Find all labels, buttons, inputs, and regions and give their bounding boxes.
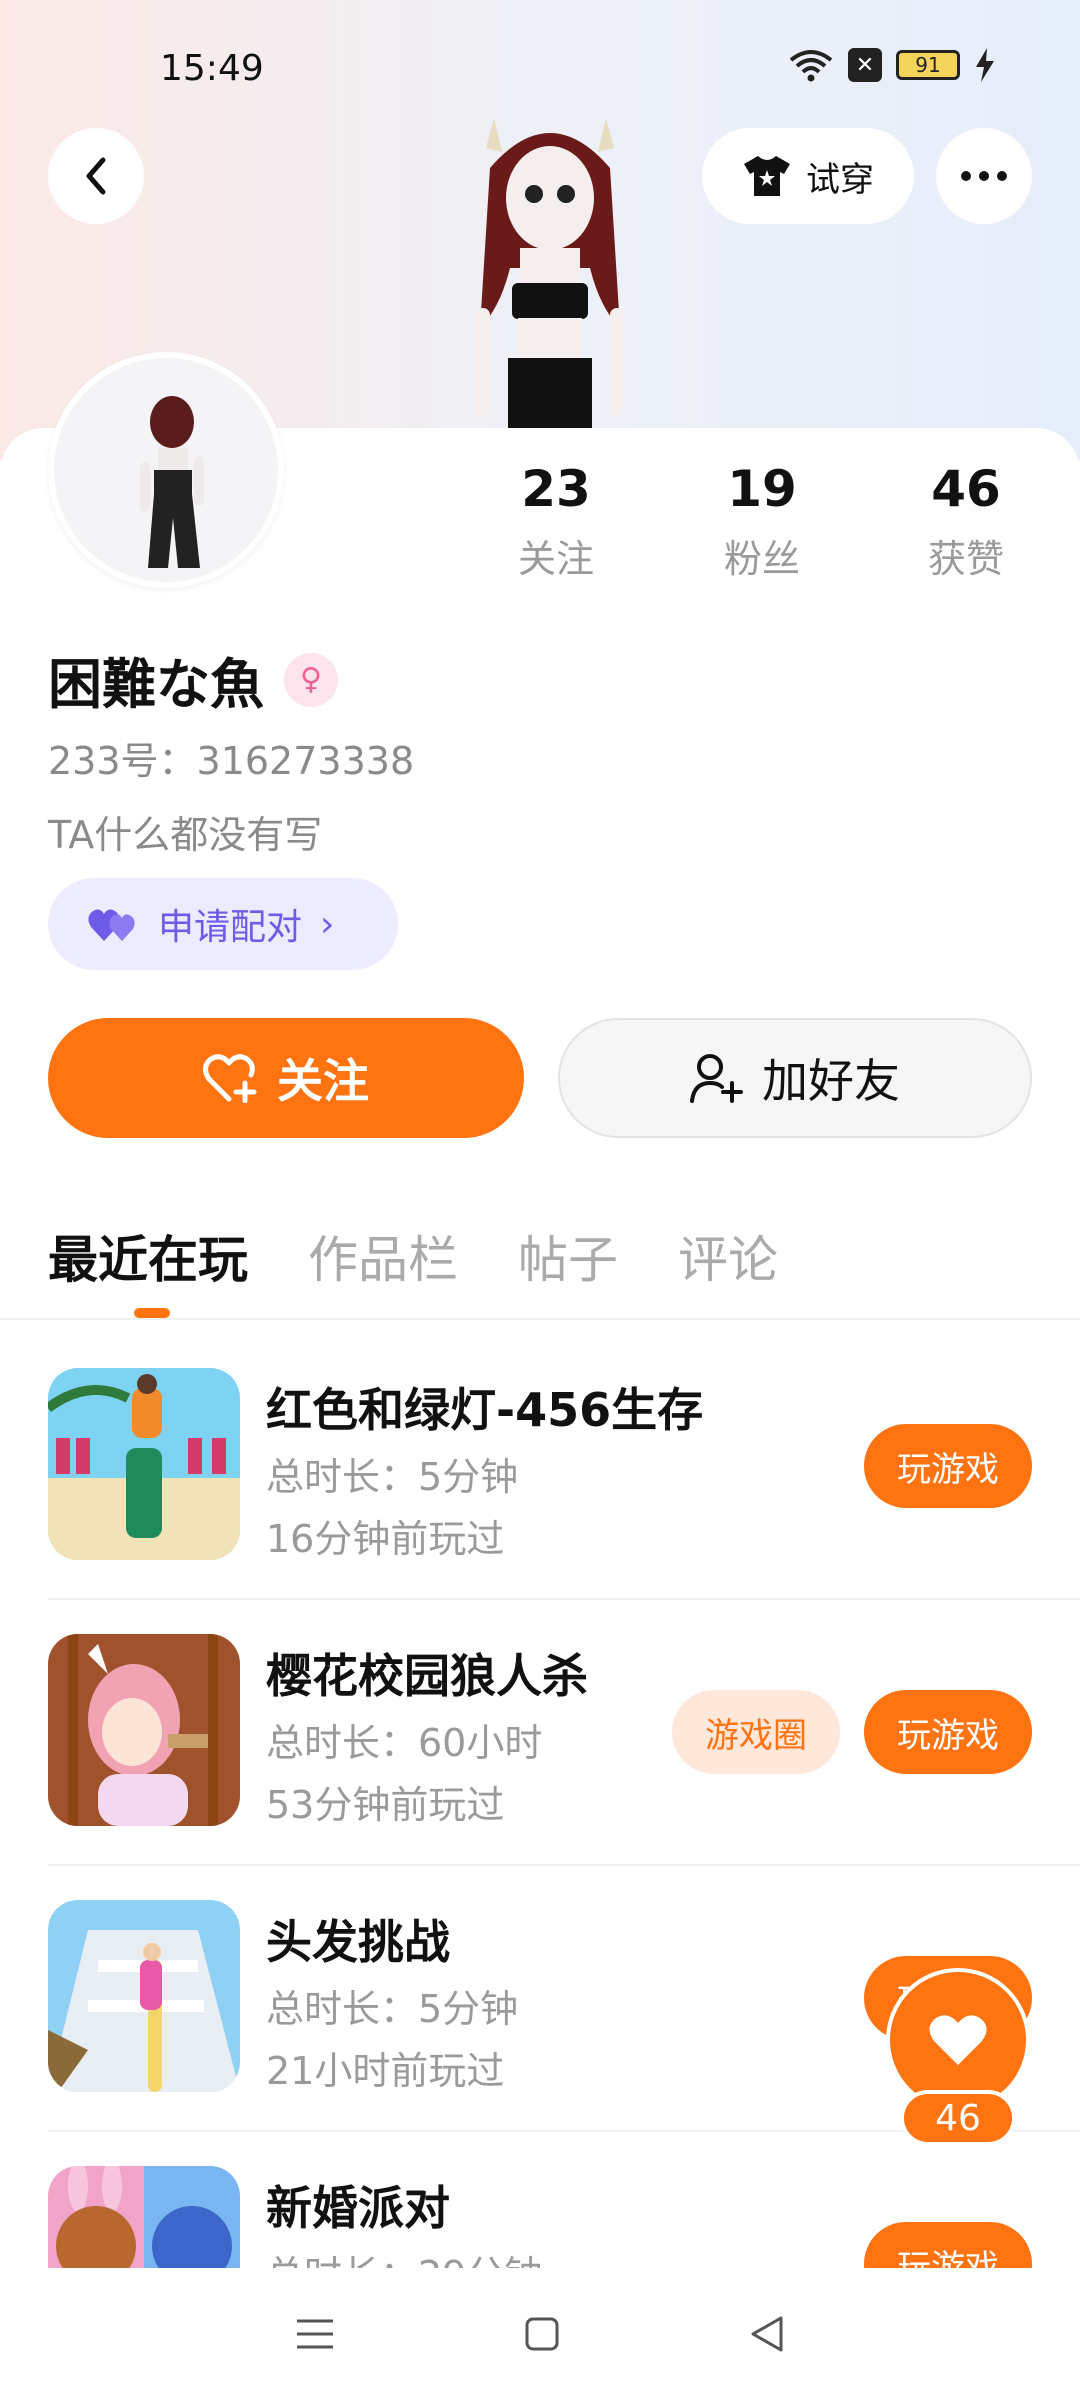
heart-icon <box>929 2015 987 2065</box>
menu-icon[interactable] <box>295 2317 335 2351</box>
game-duration: 总时长：5分钟 <box>266 1987 519 2031</box>
username: 困難な魚 <box>48 653 264 716</box>
stat-likes[interactable]: 46 获赞 <box>886 460 1046 583</box>
game-thumbnail <box>48 1900 240 2092</box>
game-duration: 总时长：60小时 <box>266 1721 543 1765</box>
battery-icon: 91 <box>896 50 960 80</box>
stat-followers[interactable]: 19 粉丝 <box>682 460 842 583</box>
like-count: 46 <box>900 2090 1016 2146</box>
request-pair-label: 申请配对 <box>158 907 303 948</box>
try-on-label: 试穿 <box>806 159 874 200</box>
battery-level: 91 <box>915 53 941 77</box>
add-friend-button[interactable]: 加好友 <box>558 1018 1032 1138</box>
double-heart-icon <box>88 909 135 941</box>
tab-recently-played[interactable]: 最近在玩 <box>48 1220 248 1292</box>
game-thumbnail <box>48 1368 240 1560</box>
try-on-button[interactable]: 试穿 <box>702 128 914 224</box>
status-time: 15:49 <box>160 48 264 89</box>
chevron-right-icon: › <box>320 903 335 945</box>
system-nav-bar <box>0 2268 1080 2400</box>
game-title: 头发挑战 <box>266 1915 450 1969</box>
game-circle-button[interactable]: 游戏圈 <box>672 1690 840 1774</box>
stat-following-label: 关注 <box>517 537 594 581</box>
request-pair-button[interactable]: 申请配对 › <box>48 878 398 970</box>
stat-followers-label: 粉丝 <box>723 537 800 581</box>
game-last-played: 16分钟前玩过 <box>266 1517 505 1561</box>
follow-label: 关注 <box>277 1054 369 1108</box>
play-game-button[interactable]: 玩游戏 <box>864 1690 1032 1774</box>
more-dot-icon <box>961 171 971 181</box>
profile-tabs: 最近在玩 作品栏 帖子 评论 <box>48 1220 778 1292</box>
back-button[interactable] <box>48 128 144 224</box>
game-last-played: 53分钟前玩过 <box>266 1783 505 1827</box>
game-thumbnail <box>48 2166 240 2268</box>
follow-button[interactable]: 关注 <box>48 1018 524 1138</box>
user-bio: TA什么都没有写 <box>48 813 323 857</box>
more-dot-icon <box>979 171 989 181</box>
stat-following-count: 23 <box>521 460 591 518</box>
tab-comments[interactable]: 评论 <box>678 1220 778 1292</box>
more-options-button[interactable] <box>936 128 1032 224</box>
game-thumbnail <box>48 1634 240 1826</box>
charging-icon <box>976 48 994 82</box>
heart-plus-icon <box>203 1054 257 1103</box>
game-duration: 总时长：5分钟 <box>266 1455 519 1499</box>
stat-followers-count: 19 <box>727 460 797 518</box>
wifi-icon <box>789 50 833 82</box>
female-gender-icon: ♀ <box>284 652 338 707</box>
tab-posts[interactable]: 帖子 <box>518 1220 618 1292</box>
back-arrow-icon <box>86 157 106 195</box>
game-title: 红色和绿灯-456生存 <box>266 1383 704 1437</box>
tabs-divider <box>0 1318 1080 1320</box>
game-title: 樱花校园狼人杀 <box>266 1649 588 1703</box>
home-icon[interactable] <box>524 2316 560 2352</box>
add-friend-label: 加好友 <box>762 1054 900 1108</box>
avatar[interactable] <box>48 352 284 588</box>
game-duration: 总时长：29分钟 <box>266 2244 542 2268</box>
sim-off-icon: ✕ <box>848 48 882 82</box>
character-model <box>450 108 650 428</box>
game-list-item[interactable]: 樱花校园狼人杀 总时长：60小时 53分钟前玩过 游戏圈 玩游戏 <box>48 1600 1080 1866</box>
status-icons: ✕ 91 <box>788 48 996 82</box>
username-row: 困難な魚 ♀ <box>48 640 338 719</box>
stat-likes-label: 获赞 <box>927 537 1004 581</box>
tab-works[interactable]: 作品栏 <box>308 1220 458 1292</box>
stat-likes-count: 46 <box>931 460 1001 518</box>
user-id: 233号：316273338 <box>48 739 415 783</box>
game-last-played: 21小时前玩过 <box>266 2049 505 2093</box>
more-dot-icon <box>997 171 1007 181</box>
game-list-item[interactable]: 新婚派对 总时长：29分钟 玩游戏 <box>48 2132 1080 2268</box>
game-list-item[interactable]: 红色和绿灯-456生存 总时长：5分钟 16分钟前玩过 玩游戏 <box>48 1334 1080 1600</box>
play-game-button[interactable]: 玩游戏 <box>864 2222 1032 2268</box>
game-title: 新婚派对 <box>266 2181 450 2235</box>
back-nav-icon[interactable] <box>749 2315 785 2353</box>
play-game-button[interactable]: 玩游戏 <box>864 1424 1032 1508</box>
tshirt-icon <box>744 156 790 196</box>
add-user-icon <box>690 1054 743 1103</box>
tab-indicator <box>134 1308 170 1318</box>
stat-following[interactable]: 23 关注 <box>476 460 636 583</box>
